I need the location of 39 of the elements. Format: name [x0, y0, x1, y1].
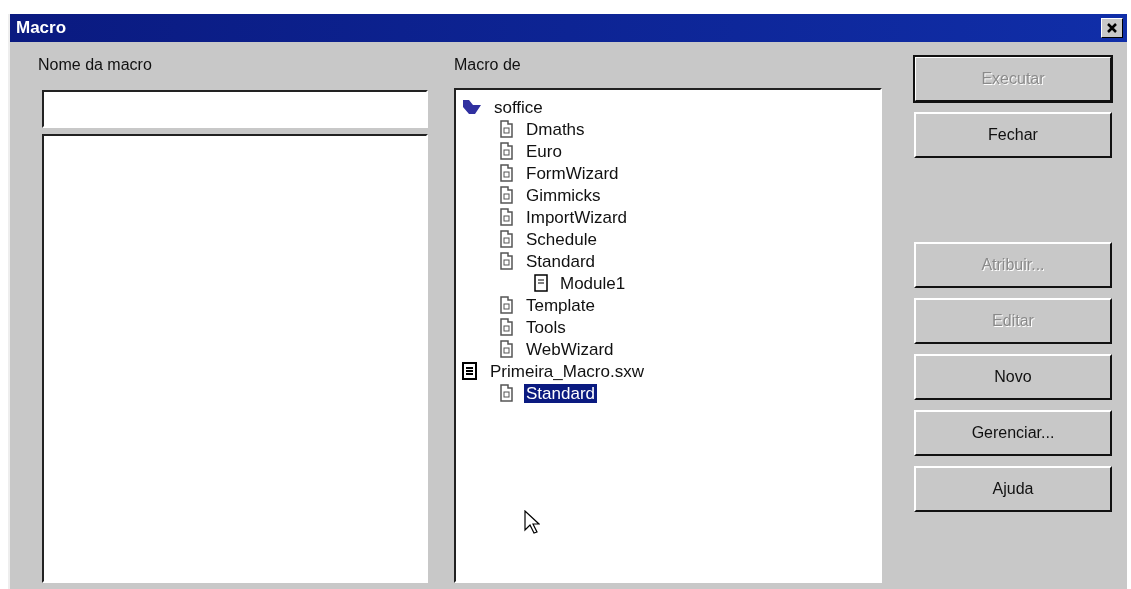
dialog-button[interactable]: Ajuda [914, 466, 1112, 512]
mouse-pointer-icon [524, 510, 540, 534]
library-icon [498, 208, 514, 226]
library-icon [498, 252, 514, 270]
tree-item[interactable]: soffice [492, 97, 545, 117]
tree-item[interactable]: Tools [524, 317, 568, 337]
tree-item[interactable]: ImportWizard [524, 207, 630, 227]
tree-item[interactable]: Standard [524, 383, 597, 403]
library-icon [498, 318, 514, 336]
window-title: Macro [16, 18, 67, 38]
tree-item[interactable]: Schedule [524, 229, 599, 249]
library-icon [498, 142, 514, 160]
dialog-button[interactable]: Novo [914, 354, 1112, 400]
tree-item[interactable]: Dmaths [524, 119, 587, 139]
tree-item[interactable]: Gimmicks [524, 185, 603, 205]
library-icon [498, 164, 514, 182]
close-button[interactable] [1101, 18, 1123, 38]
tree-item[interactable]: Module1 [558, 273, 628, 293]
library-icon [498, 186, 514, 204]
dialog-button[interactable]: Gerenciar... [914, 410, 1112, 456]
tree-item[interactable]: WebWizard [524, 339, 616, 359]
macro-from-label: Macro de [454, 56, 522, 75]
library-icon [498, 120, 514, 138]
document-icon [462, 362, 478, 380]
tree-item[interactable]: Euro [524, 141, 564, 161]
macro-name-field[interactable] [42, 90, 428, 128]
dialog-button[interactable]: Fechar [914, 112, 1112, 158]
library-icon [498, 384, 514, 402]
office-icon [462, 99, 482, 115]
macro-name-label: Nome da macro [38, 56, 153, 75]
library-icon [498, 230, 514, 248]
tree-item[interactable]: Primeira_Macro.sxw [488, 361, 646, 381]
tree-item[interactable]: Standard [524, 251, 597, 271]
tree-item[interactable]: Template [524, 295, 597, 315]
module-icon [534, 274, 548, 292]
tree-item[interactable]: FormWizard [524, 163, 621, 183]
close-icon [1106, 22, 1118, 34]
library-icon [498, 296, 514, 314]
library-icon [498, 340, 514, 358]
